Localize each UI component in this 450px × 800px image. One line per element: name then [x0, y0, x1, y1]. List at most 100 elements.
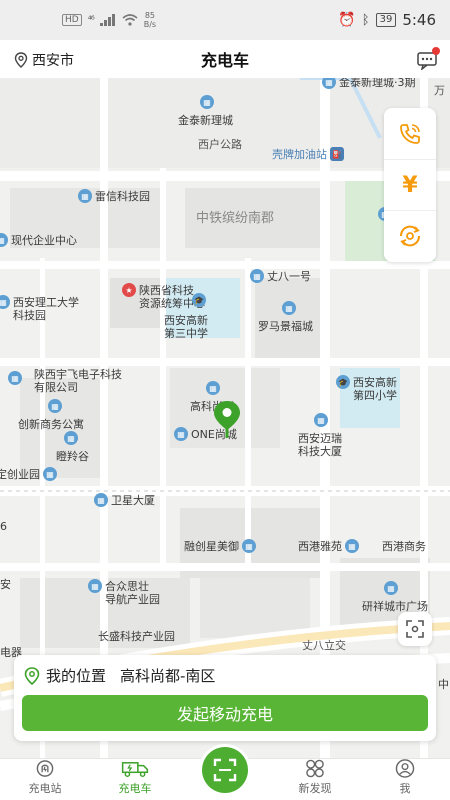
map-poi[interactable]: ▦ 研祥城市广场 [362, 581, 428, 613]
map-poi[interactable]: 中 [438, 678, 449, 691]
poi-icon: ▦ [206, 381, 220, 395]
poi-label: 金泰新理城·3期 [339, 78, 416, 89]
nav-label: 新发现 [298, 782, 332, 795]
poi-label: 中 [438, 678, 449, 691]
user-icon [395, 759, 415, 778]
poi-icon: ▦ [8, 371, 22, 385]
bluetooth-icon: ᛒ [361, 12, 370, 28]
poi-label: 西港商务 [382, 540, 426, 553]
poi-label: 中铁缤纷南郡 [196, 211, 275, 226]
map-poi[interactable]: ▦ 瞪羚谷 [56, 431, 89, 463]
map-poi[interactable]: ▦ 金泰新理城 [178, 95, 233, 127]
locate-button[interactable] [398, 612, 432, 646]
road-label: 西户公路 [198, 138, 242, 151]
service-button[interactable] [384, 210, 436, 261]
nav-item-charging-car[interactable]: 充电车 [90, 759, 180, 800]
nav-item-me[interactable]: 我 [360, 759, 450, 800]
poi-icon: ▦ [43, 467, 57, 481]
poi-label: 罗马景福城 [258, 320, 313, 333]
nav-label: 充电车 [118, 782, 152, 795]
poi-label: 创新商务公寓 [18, 418, 84, 431]
poi-label: 金泰新理城 [178, 114, 233, 127]
map-poi[interactable]: 长盛科技产业园 [98, 630, 175, 643]
map-poi[interactable]: 🎓 西安高新 第四小学 [336, 375, 397, 402]
map-poi[interactable]: ▦ 陕西宇飞电子科技 有限公司 [8, 368, 122, 394]
net-speed-unit: B/s [143, 20, 157, 29]
call-button[interactable] [384, 108, 436, 159]
map-poi[interactable]: ▦ 合众思壮 导航产业园 [88, 579, 160, 606]
map-poi[interactable]: ▦ 罗马景福城 [258, 301, 313, 333]
poi-label: 瞪羚谷 [56, 450, 89, 463]
clock: 5:46 [402, 11, 436, 29]
wifi-icon [122, 14, 138, 26]
yuan-icon: ¥ [402, 172, 418, 198]
poi-icon: ▦ [345, 539, 359, 553]
gas-station-icon: ⛽ [330, 147, 344, 161]
scan-button[interactable] [199, 744, 251, 796]
poi-icon: ▦ [94, 493, 108, 507]
net-speed-value: 85 [144, 11, 155, 20]
poi-label: 安 [0, 578, 11, 591]
poi-icon: ▦ [88, 579, 102, 593]
map-poi[interactable]: ▦ 雷信科技园 [78, 189, 150, 203]
message-button[interactable] [416, 47, 440, 71]
poi-icon: ▦ [242, 539, 256, 553]
app-header: 西安市 充电车 [0, 40, 450, 78]
charging-truck-icon [121, 762, 149, 778]
nav-item-discover[interactable]: 新发现 [270, 759, 360, 800]
status-bar: HD ⁴⁶ 85 B/s ⏰ ᛒ 39 5:46 [0, 0, 450, 40]
city-label: 西安市 [32, 53, 74, 69]
poi-icon: ▦ [200, 95, 214, 109]
map-poi[interactable]: 定创业园 ▦ [0, 467, 57, 481]
unread-dot [432, 47, 440, 55]
location-pin-icon [14, 52, 28, 68]
map-poi[interactable]: 西港雅苑 ▦ [298, 539, 359, 553]
start-mobile-charging-button[interactable]: 发起移动充电 [22, 695, 428, 731]
map-poi[interactable]: ▦ 卫星大厦 [94, 493, 155, 507]
nav-item-charging-station[interactable]: 充电站 [0, 759, 90, 800]
map-poi[interactable]: 融创星美御 ▦ [184, 539, 256, 553]
map-poi[interactable]: 西港商务 [382, 540, 426, 553]
poi-label: 合众思壮 导航产业园 [105, 580, 160, 606]
poi-icon: ▦ [0, 295, 10, 309]
my-location-address: 高科尚都-南区 [120, 667, 216, 685]
map-poi[interactable]: 中铁缤纷南郡 [196, 212, 274, 225]
location-pin-icon [24, 666, 40, 685]
price-button[interactable]: ¥ [384, 159, 436, 210]
map-poi[interactable]: ▦ 西安迈瑞 科技大厦 [298, 413, 342, 458]
poi-icon: ▦ [322, 78, 336, 89]
map-poi[interactable]: 壳牌加油站 ⛽ [272, 147, 344, 161]
poi-label: 卫星大厦 [111, 494, 155, 507]
poi-icon: ▦ [250, 269, 264, 283]
location-card: 我的位置 高科尚都-南区 发起移动充电 [14, 655, 436, 741]
poi-label: 丈八一号 [267, 270, 311, 283]
city-selector[interactable]: 西安市 [14, 50, 74, 70]
map-poi[interactable]: 🎓 西安高新 第三中学 [164, 293, 208, 340]
map-poi[interactable]: 安 [0, 578, 11, 591]
map-poi[interactable]: ▦ 创新商务公寓 [18, 399, 84, 431]
poi-label: 长盛科技产业园 [98, 630, 175, 643]
poi-icon: ▦ [0, 233, 8, 247]
poi-icon: ▦ [282, 301, 296, 315]
charging-station-icon [36, 760, 54, 777]
map-poi[interactable]: ▦ 丈八一号 [250, 269, 311, 283]
poi-icon: ▦ [48, 399, 62, 413]
school-icon: 🎓 [336, 375, 350, 389]
grid-icon [306, 759, 324, 778]
road-label: 丈八立交 [302, 639, 346, 652]
map-poi[interactable]: ▦ 金泰新理城·3期 [322, 78, 416, 89]
poi-label: 西安理工大学 科技园 [13, 296, 79, 322]
my-location-row[interactable]: 我的位置 高科尚都-南区 [24, 665, 215, 686]
map-poi[interactable]: ▦ 西安理工大学 科技园 [0, 295, 79, 322]
page-title: 充电车 [200, 51, 249, 70]
map-poi[interactable]: ▦ 现代企业中心 [0, 233, 77, 247]
map-poi[interactable]: 6 [0, 520, 7, 533]
poi-label: 雷信科技园 [95, 190, 150, 203]
poi-label: 现代企业中心 [11, 234, 77, 247]
nav-label: 我 [399, 782, 411, 795]
map-toolbar: ¥ [384, 108, 436, 262]
poi-label: 融创星美御 [184, 540, 239, 553]
star-poi-icon: ★ [122, 283, 136, 297]
poi-label: 陕西宇飞电子科技 有限公司 [34, 368, 122, 394]
bottom-nav: 充电站 充电车 新发现 我 [0, 744, 450, 800]
